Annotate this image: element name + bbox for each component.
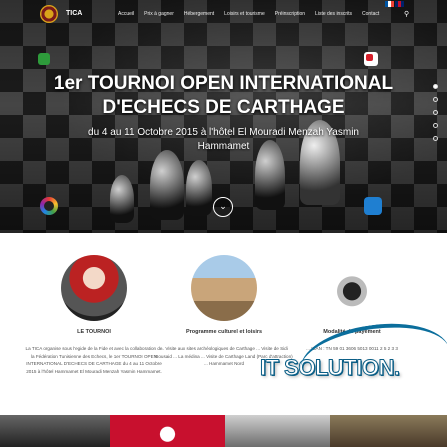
hero-title-line1: 1er TOURNOI OPEN INTERNATIONAL xyxy=(53,73,394,94)
slider-dot[interactable] xyxy=(433,110,438,115)
search-icon[interactable]: ⚲ xyxy=(404,10,409,18)
menu-item-loisirs[interactable]: Loisirs et tourisme xyxy=(224,11,265,17)
gallery-image[interactable] xyxy=(330,415,447,447)
chess-piece-image xyxy=(150,150,184,220)
menu-item-contact[interactable]: Contact xyxy=(362,11,379,17)
tournament-image[interactable] xyxy=(61,255,127,321)
menu-item-prix[interactable]: Prix à gagner xyxy=(144,11,174,17)
menu-item-inscrits[interactable]: Liste des inscrits xyxy=(315,11,352,17)
chessboard-icon[interactable] xyxy=(38,53,50,65)
slider-dot[interactable] xyxy=(433,84,438,89)
menu-item-accueil[interactable]: Accueil xyxy=(118,11,134,17)
chevron-down-icon[interactable]: ⌄ xyxy=(213,197,233,217)
gallery-image[interactable] xyxy=(0,415,110,447)
slider-dot[interactable] xyxy=(433,123,438,128)
chess-piece-image xyxy=(186,160,212,216)
color-wheel-icon[interactable] xyxy=(40,197,58,215)
slider-dot[interactable] xyxy=(433,97,438,102)
hero-title-line2: D'ECHECS DE CARTHAGE xyxy=(102,97,345,118)
gallery-image[interactable] xyxy=(110,415,225,447)
feature-text: La TICA organise sous l'egide de la Fide… xyxy=(25,346,163,374)
feature-tournament: LE TOURNOI La TICA organise sous l'egide… xyxy=(24,255,164,375)
culture-image[interactable] xyxy=(191,255,257,321)
site-logo[interactable] xyxy=(40,5,58,23)
gallery-image[interactable] xyxy=(225,415,330,447)
slider-dot[interactable] xyxy=(433,136,438,141)
hero-title: 1er TOURNOI OPEN INTERNATIONAL D'ECHECS … xyxy=(0,72,447,120)
payment-image[interactable] xyxy=(319,255,385,321)
slider-dots xyxy=(433,84,438,141)
watermark-logo: IT SOLUTION. xyxy=(259,314,447,406)
menu-item-preinscription[interactable]: Préinscription xyxy=(275,11,305,17)
gallery-strip xyxy=(0,415,447,447)
french-flag-icon[interactable] xyxy=(385,1,394,7)
brand-name[interactable]: TICA xyxy=(66,10,82,17)
tunisia-chess-icon[interactable] xyxy=(364,52,378,66)
main-menu: Accueil Prix à gagner Hébergement Loisir… xyxy=(118,11,389,17)
top-navigation: TICA Accueil Prix à gagner Hébergement L… xyxy=(0,0,447,30)
english-flag-icon[interactable] xyxy=(395,1,404,7)
feature-title: Programme culturel et loisirs xyxy=(185,329,263,335)
chess-piece-image xyxy=(110,175,134,223)
chess-app-icon[interactable] xyxy=(364,197,382,215)
feature-culture: Programme culturel et loisirs ... Visite… xyxy=(154,255,294,368)
menu-item-hebergement[interactable]: Hébergement xyxy=(184,11,214,17)
language-switcher xyxy=(385,1,404,7)
hero-subtitle: du 4 au 11 Octobre 2015 à l'hôtel El Mou… xyxy=(88,127,359,152)
feature-title: LE TOURNOI xyxy=(77,329,111,335)
